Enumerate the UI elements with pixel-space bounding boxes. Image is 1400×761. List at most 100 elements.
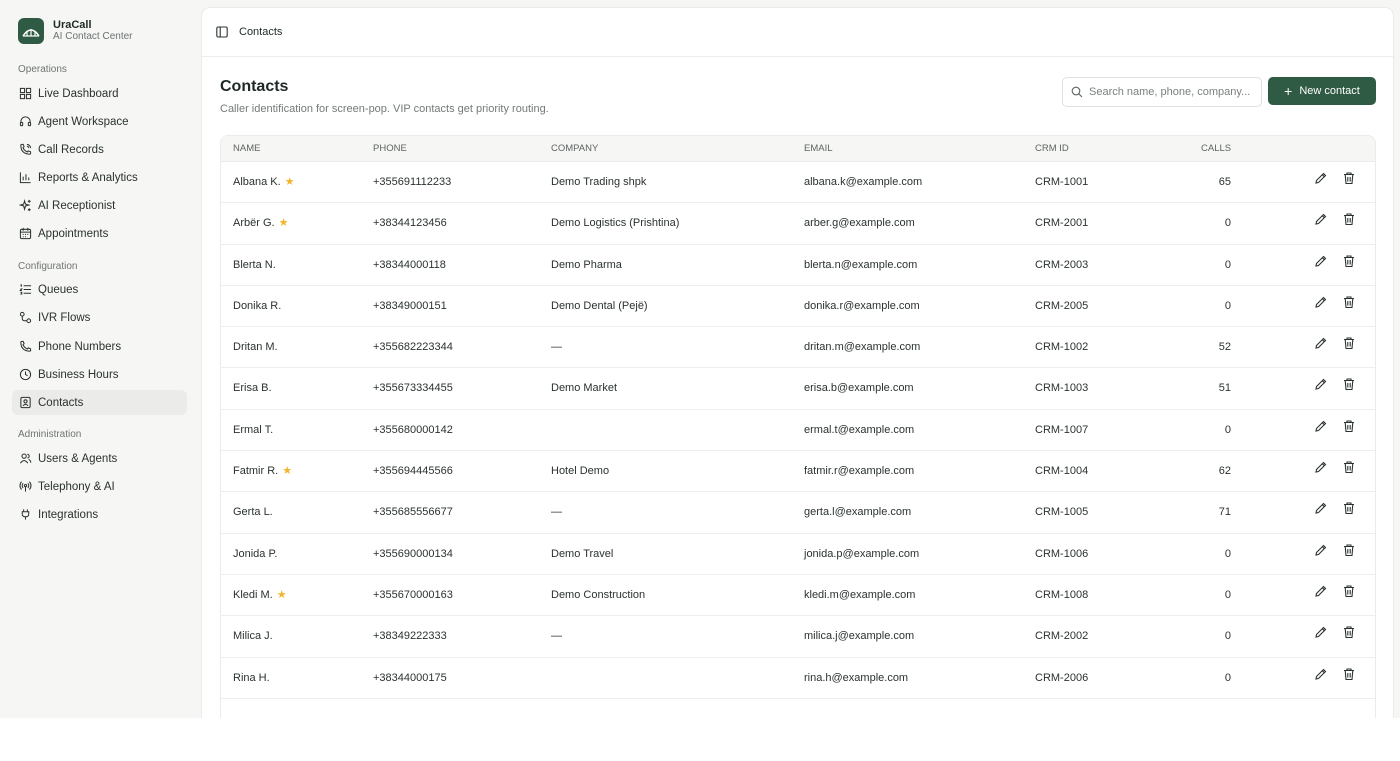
trash-icon[interactable]	[1342, 658, 1356, 680]
trash-icon[interactable]	[1342, 286, 1356, 308]
edit-icon[interactable]	[1314, 162, 1328, 184]
brand-subtitle: AI Contact Center	[53, 31, 133, 42]
edit-icon[interactable]	[1314, 492, 1328, 515]
column-header-phone[interactable]: PHONE	[373, 136, 407, 162]
contact-name: Blerta N.	[233, 258, 276, 271]
email-cell: kledi.m@example.com	[804, 588, 916, 601]
search-input[interactable]	[1089, 86, 1254, 98]
search-box[interactable]	[1062, 77, 1262, 107]
users-icon	[19, 453, 32, 464]
edit-icon[interactable]	[1314, 451, 1328, 473]
edit-icon[interactable]	[1314, 368, 1328, 391]
contact-name: Dritan M.	[233, 341, 278, 354]
sidebar-item-queues[interactable]: Queues	[12, 277, 187, 302]
edit-icon[interactable]	[1314, 245, 1328, 267]
contact-name: Jonida P.	[233, 547, 278, 560]
calls-cell: 52	[1218, 341, 1231, 354]
crm-id-cell: CRM-1006	[1035, 547, 1089, 560]
sidebar-item-label: Users & Agents	[38, 452, 118, 465]
nav-section-operations: Operations	[18, 64, 67, 75]
table-row[interactable]: Albana K. ★ +355691112233 Demo Trading shpk…	[221, 162, 1375, 204]
email-cell: dritan.m@example.com	[804, 341, 921, 354]
edit-icon[interactable]	[1314, 575, 1328, 597]
calls-cell: 65	[1218, 176, 1231, 188]
trash-icon[interactable]	[1342, 534, 1356, 556]
calls-cell: 0	[1224, 588, 1231, 601]
trash-icon[interactable]	[1342, 616, 1356, 639]
edit-icon[interactable]	[1314, 658, 1328, 680]
sidebar-item-appointments[interactable]: Appointments	[12, 221, 187, 246]
edit-icon[interactable]	[1314, 327, 1328, 349]
sidebar-toggle-icon[interactable]	[216, 26, 228, 38]
contact-name: Albana K.	[233, 176, 281, 188]
calendar-icon	[19, 227, 32, 240]
table-row[interactable]: Rina H. +38344000175 rina.h@example.com CRM…	[221, 658, 1375, 699]
company-cell: —	[551, 630, 562, 643]
sidebar: UraCall AI Contact Center Operations Liv…	[0, 0, 200, 718]
sidebar-item-agent-workspace[interactable]: Agent Workspace	[12, 109, 187, 134]
sidebar-item-reports-analytics[interactable]: Reports & Analytics	[12, 165, 187, 190]
table-row[interactable]: Milica J. +38349222333 — milica.j@example.c…	[221, 616, 1375, 658]
column-header-company[interactable]: COMPANY	[551, 136, 598, 162]
trash-icon[interactable]	[1342, 492, 1356, 515]
trash-icon[interactable]	[1342, 575, 1356, 598]
trash-icon[interactable]	[1342, 327, 1356, 350]
email-cell: jonida.p@example.com	[804, 547, 920, 560]
sidebar-item-live-dashboard[interactable]: Live Dashboard	[12, 81, 187, 106]
sidebar-item-telephony-ai[interactable]: Telephony & AI	[12, 474, 187, 499]
sidebar-item-ivr-flows[interactable]: IVR Flows	[12, 305, 187, 330]
trash-icon[interactable]	[1342, 162, 1356, 185]
column-header-calls[interactable]: CALLS	[1201, 136, 1231, 162]
sidebar-item-contacts[interactable]: Contacts	[12, 390, 187, 415]
trash-icon[interactable]	[1342, 203, 1356, 226]
sidebar-item-ai-receptionist[interactable]: AI Receptionist	[12, 193, 187, 218]
edit-icon[interactable]	[1314, 203, 1328, 225]
company-cell: Demo Pharma	[551, 258, 622, 271]
new-contact-button[interactable]: + New contact	[1268, 77, 1376, 105]
email-cell: ermal.t@example.com	[804, 423, 915, 436]
trash-icon[interactable]	[1342, 451, 1356, 474]
sidebar-item-users-agents[interactable]: Users & Agents	[12, 446, 187, 471]
table-row[interactable]: Jonida P. +355690000134 Demo Travel jonida.…	[221, 534, 1375, 575]
edit-icon[interactable]	[1314, 286, 1328, 308]
phone-cell: +355673334455	[373, 382, 453, 395]
table-row[interactable]: Ermal T. +355680000142 ermal.t@example.com…	[221, 410, 1375, 452]
table-row[interactable]: Blerta N. +38344000118 Demo Pharma blerta.n…	[221, 245, 1375, 286]
column-header-name[interactable]: NAME	[233, 136, 260, 162]
sidebar-item-business-hours[interactable]: Business Hours	[12, 362, 187, 387]
edit-icon[interactable]	[1314, 410, 1328, 432]
list-icon	[19, 284, 32, 295]
table-row[interactable]: Kledi M. ★ +355670000163 Demo Construction k…	[221, 575, 1375, 617]
table-row[interactable]: Arbër G. ★ +38344123456 Demo Logistics (Pri…	[221, 203, 1375, 245]
edit-icon[interactable]	[1314, 616, 1328, 638]
brand[interactable]: UraCall AI Contact Center	[18, 18, 132, 44]
crm-id-cell: CRM-1007	[1035, 423, 1089, 436]
nav-section-configuration: Configuration	[18, 261, 78, 272]
sidebar-item-call-records[interactable]: Call Records	[12, 137, 187, 162]
trash-icon[interactable]	[1342, 245, 1356, 267]
edit-icon[interactable]	[1314, 534, 1328, 556]
email-cell: milica.j@example.com	[804, 630, 915, 643]
plus-icon: +	[1284, 83, 1293, 99]
crm-id-cell: CRM-1008	[1035, 588, 1089, 601]
table-row[interactable]: Dritan M. +355682223344 — dritan.m@example.…	[221, 327, 1375, 369]
table-row[interactable]: Gerta L. +355685556677 — gerta.l@example.co…	[221, 492, 1375, 534]
sidebar-item-phone-numbers[interactable]: Phone Numbers	[12, 334, 187, 359]
trash-icon[interactable]	[1342, 368, 1356, 391]
phone-cell: +38349000151	[373, 299, 447, 312]
sidebar-item-integrations[interactable]: Integrations	[12, 502, 187, 527]
phone-cell: +355682223344	[373, 341, 453, 354]
table-row[interactable]: Fatmir R. ★ +355694445566 Hotel Demo fatmir.…	[221, 451, 1375, 493]
nav-section-administration: Administration	[18, 429, 82, 440]
sidebar-item-label: Business Hours	[38, 368, 119, 381]
sidebar-item-label: Contacts	[38, 396, 84, 409]
sidebar-item-label: AI Receptionist	[38, 199, 116, 212]
table-row[interactable]: Donika R. +38349000151 Demo Dental (Pejë) d…	[221, 286, 1375, 328]
email-cell: erisa.b@example.com	[804, 382, 914, 395]
table-row[interactable]: Erisa B. +355673334455 Demo Market erisa.b@…	[221, 368, 1375, 410]
phone-icon	[20, 340, 32, 352]
column-header-email[interactable]: EMAIL	[804, 136, 833, 162]
column-header-crm-id[interactable]: CRM ID	[1035, 136, 1069, 162]
trash-icon[interactable]	[1342, 410, 1356, 432]
crm-id-cell: CRM-1001	[1035, 176, 1089, 188]
